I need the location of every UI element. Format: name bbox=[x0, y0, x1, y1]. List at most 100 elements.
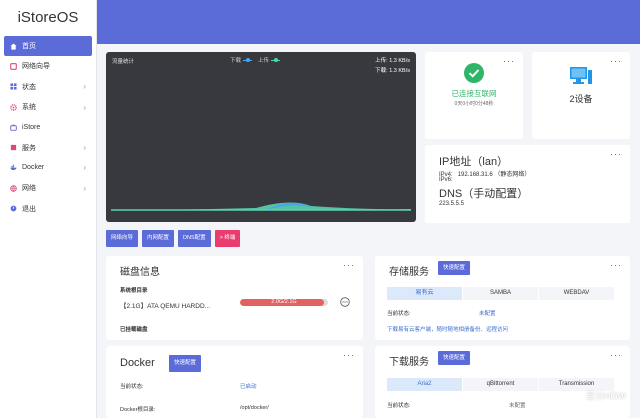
storage-tabs: 易有云 SAMBA WEBDAV bbox=[387, 287, 615, 300]
chevron-right-icon: › bbox=[83, 163, 86, 173]
disk-menu-button[interactable]: ··· bbox=[343, 260, 355, 270]
sidebar-item-0[interactable]: 首页 bbox=[4, 36, 92, 57]
devices-card[interactable]: ··· 2设备 bbox=[532, 52, 630, 139]
sidebar-item-8[interactable]: 退出 bbox=[4, 198, 92, 218]
action-buttons: 网络向导 内网配置 DNS配置 > 终端 bbox=[106, 230, 241, 247]
dns-title: DNS（手动配置） bbox=[439, 188, 529, 200]
sidebar-item-label: 网络 bbox=[22, 185, 36, 193]
docker-root-value: /opt/docker/ bbox=[240, 405, 269, 411]
sidebar-item-label: 系统 bbox=[22, 104, 36, 112]
sidebar-item-label: Docker bbox=[22, 164, 45, 172]
sidebar-item-label: 服务 bbox=[22, 144, 36, 152]
devices-menu-button[interactable]: ··· bbox=[610, 56, 622, 66]
logout-icon bbox=[10, 205, 17, 212]
dns-value: 223.5.5.5 bbox=[439, 201, 465, 207]
mounted-disk-label: 已挂载磁盘 bbox=[120, 327, 148, 333]
action-button-1[interactable]: 内网配置 bbox=[142, 230, 175, 247]
storage-menu-button[interactable]: ··· bbox=[610, 260, 622, 270]
docker-state-value: 已启动 bbox=[240, 384, 257, 390]
docker-menu-button[interactable]: ··· bbox=[343, 350, 355, 360]
sidebar-item-1[interactable]: 网络向导 bbox=[4, 56, 92, 76]
ip-title: IP地址（lan） bbox=[439, 156, 509, 168]
docker-quick-config-button[interactable]: 快速配置 bbox=[169, 355, 202, 372]
action-button-3[interactable]: > 终端 bbox=[214, 230, 241, 247]
storage-title: 存储服务 bbox=[389, 267, 429, 278]
check-circle-icon bbox=[464, 63, 484, 83]
internet-status-card: ··· 已连接互联网 0天0小时0分48秒 bbox=[425, 52, 523, 139]
upload-area bbox=[111, 202, 411, 210]
chevron-right-icon: › bbox=[83, 102, 86, 112]
storage-hint-link[interactable]: 下载易有云客户端，随时随地相册备份、远程访问 bbox=[387, 325, 508, 333]
action-button-2[interactable]: DNS配置 bbox=[178, 230, 211, 247]
puzzle-icon bbox=[10, 144, 17, 151]
tab-aria2[interactable]: Aria2 bbox=[387, 378, 463, 391]
sidebar-item-label: 网络向导 bbox=[22, 63, 50, 71]
sidebar: iStoreOS 首页网络向导状态 › 系统 › iStore 服务 › Docker › 网络 ›… bbox=[0, 0, 97, 418]
traffic-area bbox=[111, 202, 411, 211]
sidebar-nav: 首页网络向导状态 › 系统 › iStore 服务 › Docker › 网络 › 退出 bbox=[0, 36, 96, 219]
sidebar-item-3[interactable]: 系统 › bbox=[4, 97, 92, 117]
tab-samba[interactable]: SAMBA bbox=[463, 287, 539, 300]
chevron-right-icon: › bbox=[83, 82, 86, 92]
chevron-right-icon: › bbox=[83, 143, 86, 153]
grid-icon bbox=[10, 83, 17, 90]
download-title: 下载服务 bbox=[389, 357, 429, 368]
app-logo[interactable]: iStoreOS bbox=[0, 0, 96, 36]
tab-webdav[interactable]: WEBDAV bbox=[539, 287, 615, 300]
ip-info-card: ··· IP地址（lan） IPv4: 192.168.31.6 （静态网络） … bbox=[425, 145, 630, 223]
tab-qbittorrent[interactable]: qBittorrent bbox=[463, 378, 539, 391]
ipv6-label: IPv6: bbox=[439, 177, 453, 183]
gear-icon bbox=[10, 103, 17, 111]
download-service-card: ··· 下载服务 快速配置 Aria2 qBittorrent Transmis… bbox=[375, 346, 630, 418]
ip-menu-button[interactable]: ··· bbox=[610, 149, 622, 159]
sidebar-item-label: iStore bbox=[22, 123, 41, 131]
download-menu-button[interactable]: ··· bbox=[610, 350, 622, 360]
home-icon bbox=[10, 43, 17, 50]
disk-usage-text: 2.0G/2.1G bbox=[271, 299, 297, 305]
tab-yiyouyun[interactable]: 易有云 bbox=[387, 287, 463, 300]
sidebar-item-label: 首页 bbox=[22, 43, 36, 51]
storage-state-label: 当前状态: bbox=[387, 311, 411, 317]
docker-icon bbox=[10, 164, 17, 171]
status-menu-button[interactable]: ··· bbox=[503, 56, 515, 66]
system-root-label: 系统根目录 bbox=[120, 288, 148, 294]
chevron-right-icon: › bbox=[83, 183, 86, 193]
ipv6-row: IPv6: bbox=[439, 177, 453, 183]
docker-title: Docker bbox=[120, 357, 155, 369]
store-icon bbox=[10, 124, 17, 131]
download-quick-config-button[interactable]: 快速配置 bbox=[438, 351, 471, 365]
disk-usage-bar: 2.0G/2.1G bbox=[240, 299, 328, 306]
sidebar-item-6[interactable]: Docker › bbox=[4, 158, 92, 178]
more-circle-icon[interactable] bbox=[340, 297, 350, 307]
traffic-chart: 流量统计 下载 上传 上传: 1.3 KB/s 下载: 1.3 KB/s bbox=[106, 52, 416, 222]
network-icon bbox=[10, 184, 17, 192]
ipv4-value: 192.168.31.6 （静态网络） bbox=[457, 172, 531, 178]
storage-quick-config-button[interactable]: 快速配置 bbox=[438, 261, 471, 275]
globe-icon bbox=[10, 63, 17, 70]
download-state-value: 未配置 bbox=[509, 403, 526, 409]
docker-state-label: 当前状态: bbox=[120, 384, 144, 390]
watermark: 百分HOW bbox=[573, 389, 626, 402]
sidebar-item-7[interactable]: 网络 › bbox=[4, 178, 92, 198]
watermark-logo-icon bbox=[573, 390, 583, 401]
disk-name: 【2.1G】ATA QEMU HARDD... bbox=[120, 303, 211, 310]
action-button-0[interactable]: 网络向导 bbox=[106, 230, 139, 247]
sidebar-item-label: 状态 bbox=[22, 83, 36, 91]
top-banner bbox=[97, 0, 640, 44]
storage-state-value: 未配置 bbox=[479, 311, 496, 317]
sidebar-item-5[interactable]: 服务 › bbox=[4, 137, 92, 157]
docker-card: ··· Docker 快速配置 当前状态: 已启动 Docker根目录: /op… bbox=[106, 346, 363, 418]
disk-info-card: ··· 磁盘信息 系统根目录 【2.1G】ATA QEMU HARDD... 2… bbox=[106, 256, 363, 340]
storage-service-card: ··· 存储服务 快速配置 易有云 SAMBA WEBDAV 当前状态: 未配置… bbox=[375, 256, 630, 340]
sidebar-item-2[interactable]: 状态 › bbox=[4, 77, 92, 97]
docker-root-label: Docker根目录: bbox=[120, 407, 156, 413]
sidebar-item-4[interactable]: iStore bbox=[4, 117, 92, 137]
download-state-label: 当前状态: bbox=[387, 403, 411, 409]
watermark-text: 百分HOW bbox=[586, 391, 626, 401]
disk-title: 磁盘信息 bbox=[120, 267, 160, 278]
computer-icon bbox=[570, 67, 592, 84]
device-count: 2设备 bbox=[569, 94, 593, 104]
sidebar-item-label: 退出 bbox=[22, 205, 36, 213]
uptime-text: 0天0小时0分48秒 bbox=[454, 101, 494, 107]
internet-status-text: 已连接互联网 bbox=[451, 89, 497, 98]
